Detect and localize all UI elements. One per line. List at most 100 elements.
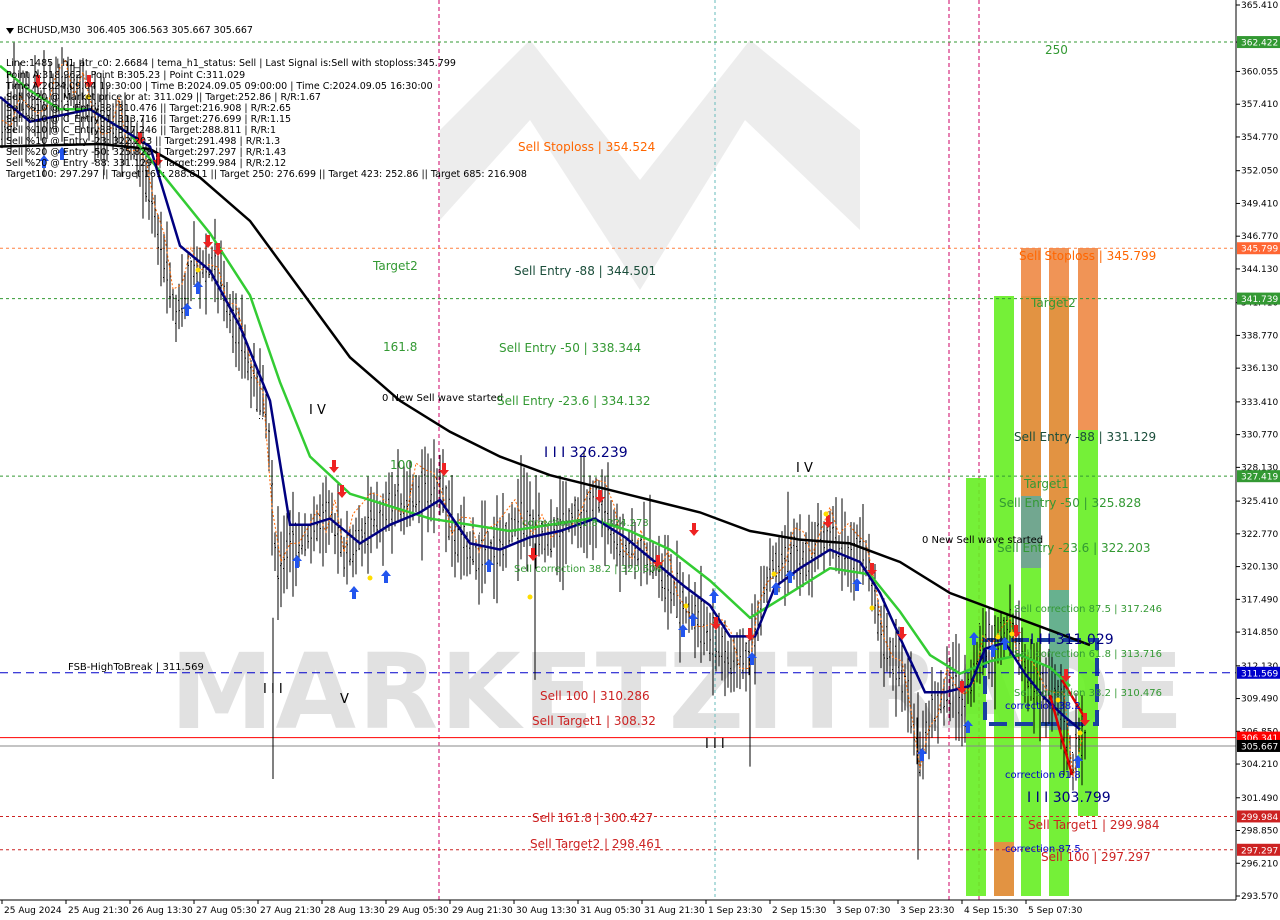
info-line: Sell %20 @ Entry -50: 325.828 || Target:… [6,147,287,159]
y-tick-label: 352.050 [1241,167,1278,177]
zone-bar [1078,248,1098,430]
label-fib-1618: 161.8 [383,340,417,354]
label-sell-target1-right: Sell Target1 | 299.984 [1028,818,1160,832]
label-wave-v: V [340,692,349,707]
label-sell-entry-236-right: Sell Entry -23.6 | 322.203 [997,541,1151,555]
label-correction-left-382: Sell correction 38.2 | 320.504 [514,564,662,575]
label-sell-entry-88-right: Sell Entry -88 | 331.129 [1014,430,1156,444]
x-tick-label: 2 Sep 15:30 [772,906,827,916]
label-sell-target2: Sell Target2 | 298.461 [530,837,662,851]
label-wave-iii-303: I I I 303.799 [1027,790,1111,806]
x-tick-label: 26 Aug 13:30 [132,906,193,916]
collapse-triangle-icon[interactable] [6,27,14,34]
yellow-marker [995,634,1001,640]
label-target-right-top: Target2 [1030,296,1076,310]
zone-bar [994,296,1014,896]
y-tick-label: 360.055 [1241,67,1278,77]
info-line: Target100: 297.297 || Target 161: 288.81… [6,169,527,181]
label-sell-stoploss-left: Sell Stoploss | 354.524 [518,140,655,154]
label-sell-corr-875: Sell correction 87.5 | 317.246 [1014,604,1162,615]
y-tick-label: 309.490 [1241,695,1278,705]
info-line: Sell %10 @ C_Entry38: 310.476 || Target:… [6,102,292,114]
price-tag-label: 345.799 [1241,245,1278,255]
label-wave-iii-right: I I I 311.029 [1030,632,1114,648]
label-sell-entry-50-left: Sell Entry -50 | 338.344 [499,341,641,355]
info-line: Line:1485 | h1_atr_c0: 2.6684 | tema_h1_… [6,58,456,70]
label-correction-382-small: correction 38.2 [1005,701,1081,712]
price-tag-label: 299.984 [1241,813,1278,823]
yellow-marker [869,605,875,611]
x-tick-label: 25 Aug 21:30 [68,906,129,916]
label-wave-iii-low: I I I [263,682,283,697]
y-tick-label: 320.130 [1241,563,1278,573]
y-tick-label: 344.130 [1241,265,1278,275]
y-tick-label: 333.410 [1241,398,1278,408]
label-sell-100-left: Sell 100 | 310.286 [540,689,650,703]
price-tag-label: 311.569 [1241,669,1278,679]
y-tick-label: 349.410 [1241,199,1278,209]
x-tick-label: 4 Sep 15:30 [964,906,1019,916]
x-tick-label: 29 Aug 21:30 [452,906,513,916]
price-tag-label: 327.419 [1241,473,1278,483]
y-tick-label: 346.770 [1241,232,1278,242]
label-wave-iii-326: I I I 326.239 [544,445,628,461]
y-tick-label: 336.130 [1241,364,1278,374]
y-tick-label: 298.850 [1241,827,1278,837]
info-line: Sell %10 @ C_Entry88: 317.246 || Target:… [6,125,276,137]
info-line: Sell %20 @ Entry -88: 331.129 || Target:… [6,158,287,170]
info-lines: Line:1485 | h1_atr_c0: 2.6684 | tema_h1_… [6,58,527,180]
label-sell-entry-236-left: Sell Entry -23.6 | 334.132 [497,394,651,408]
x-tick-label: 3 Sep 23:30 [900,906,955,916]
price-tag-label: 305.667 [1241,742,1278,752]
yellow-marker [771,571,777,577]
x-tick-label: 30 Aug 13:30 [516,906,577,916]
label-correction-618-small: correction 61.8 [1005,770,1081,781]
x-tick-label: 5 Sep 07:30 [1028,906,1083,916]
info-line: Sell %10 @ Entry -23: 322.203 || Target:… [6,136,281,148]
y-tick-label: 304.210 [1241,760,1278,770]
yellow-marker [367,575,373,581]
label-sell-100-right: Sell 100 | 297.297 [1041,850,1151,864]
label-correction-left-618: correction 61.8 | 324.273 [522,518,649,529]
label-fib-250: 250 [1045,43,1068,57]
symbol-row: BCHUSD,M30 306.405 306.563 305.667 305.6… [6,25,527,36]
y-tick-label: 330.770 [1241,431,1278,441]
info-line: Sell %20 @ Market price or at: 311.029 |… [6,91,321,103]
x-tick-label: 25 Aug 2024 [4,906,62,916]
x-tick-label: 27 Aug 21:30 [260,906,321,916]
zone-bar [1078,430,1098,816]
y-tick-label: 354.770 [1241,133,1278,143]
symbol-line: BCHUSD,M30 306.405 306.563 305.667 305.6… [17,25,253,37]
label-sell-corr-618: Sell correction 61.8 | 313.716 [1014,649,1162,660]
yellow-marker [1077,730,1083,736]
label-sell-stoploss-right: Sell Stoploss | 345.799 [1019,249,1156,263]
label-sell-entry-88-left: Sell Entry -88 | 344.501 [514,264,656,278]
y-tick-label: 325.410 [1241,497,1278,507]
x-tick-label: 31 Aug 05:30 [580,906,641,916]
price-tag-label: 362.422 [1241,39,1278,49]
x-tick-label: 27 Aug 05:30 [196,906,257,916]
label-target-right-mid: Target1 [1023,477,1069,491]
label-wave-iv-right: I V [796,461,813,476]
y-tick-label: 365.410 [1241,1,1278,11]
yellow-marker [683,603,689,609]
y-tick-label: 317.490 [1241,595,1278,605]
info-panel: BCHUSD,M30 306.405 306.563 305.667 305.6… [6,3,527,192]
label-wave-iv-left: I V [309,403,326,418]
label-wave-iii-mid: I I I [705,737,725,752]
yellow-marker [1009,631,1015,637]
x-tick-label: 3 Sep 07:30 [836,906,891,916]
label-sell-1618: Sell 161.8 | 300.427 [532,811,653,825]
label-fsb: FSB-HighToBreak | 311.569 [68,662,204,673]
x-tick-label: 28 Aug 13:30 [324,906,385,916]
info-line: Sell %10 @ C_Entry61: 313.716 || Target:… [6,113,292,125]
y-tick-label: 301.490 [1241,794,1278,804]
info-line: Point A:318.962 | Point B:305.23 | Point… [6,69,246,81]
label-target2: Target2 [372,259,418,273]
y-tick-label: 296.210 [1241,859,1278,869]
yellow-marker [527,594,533,600]
label-sell-corr-382: Sell correction 38.2 | 310.476 [1014,688,1162,699]
x-tick-label: 29 Aug 05:30 [388,906,449,916]
yellow-marker [823,511,829,517]
label-sell-entry-50-right: Sell Entry -50 | 325.828 [999,496,1141,510]
